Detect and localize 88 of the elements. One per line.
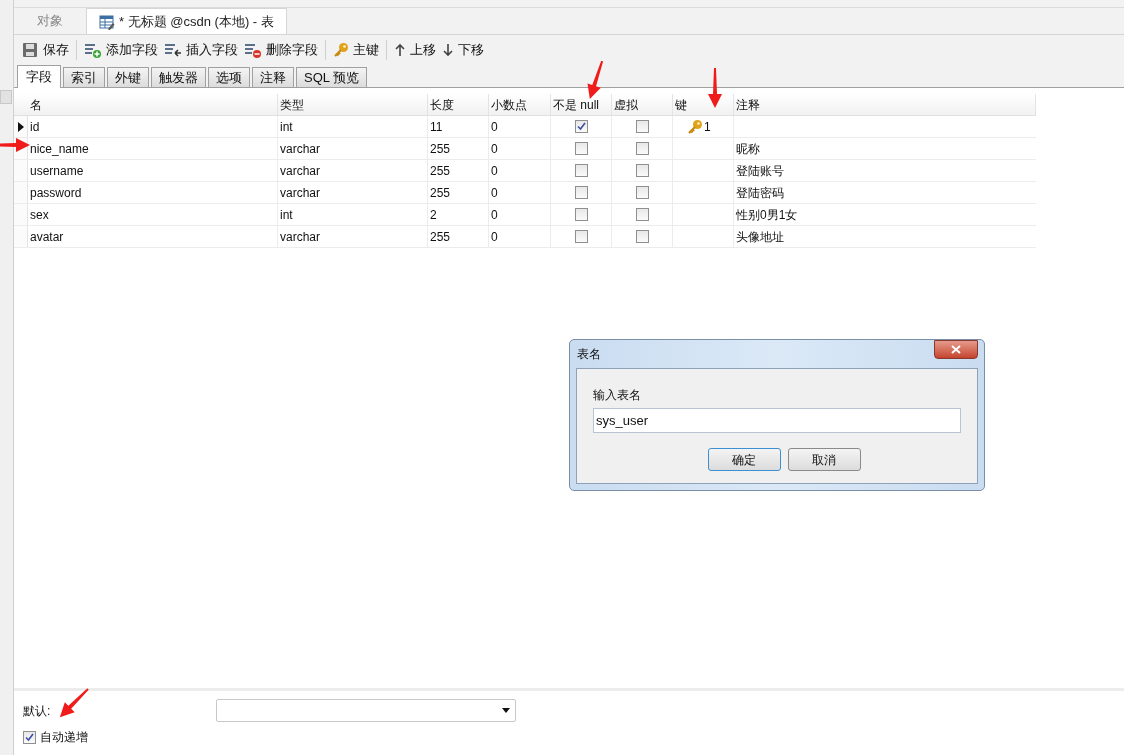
virtual-checkbox[interactable]: [635, 164, 649, 177]
virtual-checkbox[interactable]: [635, 208, 649, 221]
table-cell-text: id: [30, 118, 40, 136]
table-cell-text: varchar: [280, 184, 320, 202]
editor-tab[interactable]: SQL 预览: [296, 67, 368, 87]
delete-field-icon: [244, 41, 262, 59]
editor-tab[interactable]: 选项: [208, 67, 250, 87]
toolbar-button[interactable]: 保存: [18, 38, 72, 62]
annotation-arrow: [0, 137, 30, 153]
table-icon: [99, 13, 115, 30]
field-label: 输入表名: [593, 387, 642, 404]
not-null-checkbox[interactable]: [574, 164, 588, 177]
dialog-title: 表名: [576, 346, 601, 363]
table-cell-text: 2: [430, 206, 437, 224]
row-header[interactable]: [14, 116, 28, 137]
down-arrow-icon: [442, 43, 454, 57]
not-null-checkbox[interactable]: [574, 142, 588, 155]
toolbar-button[interactable]: 主键: [330, 38, 382, 62]
editor-tab[interactable]: 外键: [107, 67, 149, 87]
column-header[interactable]: 注释: [734, 94, 1036, 115]
toolbar-button[interactable]: 下移: [439, 38, 487, 62]
table-cell-text: 11: [430, 118, 443, 136]
table-cell-text: 性别0男1女: [736, 206, 798, 224]
key-icon: [687, 118, 703, 135]
table-cell-text: 0: [491, 140, 498, 158]
table-cell-text: 0: [491, 162, 498, 180]
table-cell-text: avatar: [30, 228, 64, 246]
table-cell-text: 登陆密码: [736, 184, 784, 202]
virtual-checkbox[interactable]: [635, 230, 649, 243]
table-cell-text: 头像地址: [736, 228, 784, 246]
table-cell-text: 1: [704, 118, 711, 136]
editor-tab[interactable]: 注释: [252, 67, 294, 87]
toolbar-button[interactable]: 添加字段: [81, 38, 161, 62]
table-cell-text: 0: [491, 206, 498, 224]
table-cell-text: 255: [430, 184, 451, 202]
virtual-checkbox[interactable]: [635, 142, 649, 155]
table-cell-text: 登陆账号: [736, 162, 784, 180]
column-header[interactable]: 类型: [278, 94, 428, 115]
auto-increment-label: 自动递增: [40, 729, 88, 746]
table-cell-text: sex: [30, 206, 49, 224]
table-cell-text: int: [280, 118, 293, 136]
editor-tab[interactable]: 字段: [17, 65, 61, 88]
toolbar-button[interactable]: 上移: [391, 38, 439, 62]
dialog-button[interactable]: 取消: [787, 448, 861, 471]
table-cell-text: 0: [491, 184, 498, 202]
key-icon: [333, 42, 349, 58]
not-null-checkbox[interactable]: [574, 186, 588, 199]
table-cell-text: 昵称: [736, 140, 760, 158]
virtual-checkbox[interactable]: [635, 120, 649, 133]
table-cell-text: 0: [491, 228, 498, 246]
table-cell-text: varchar: [280, 228, 320, 246]
table-cell-text: 255: [430, 162, 451, 180]
table-name-field[interactable]: sys_user: [593, 408, 961, 433]
close-button[interactable]: [934, 340, 978, 359]
table-cell-text: username: [30, 162, 84, 180]
not-null-checkbox[interactable]: [574, 230, 588, 243]
insert-field-icon: [164, 41, 182, 59]
panel-handle[interactable]: [0, 90, 12, 104]
table-cell-text: int: [280, 206, 293, 224]
table-cell-text: password: [30, 184, 82, 202]
column-header[interactable]: 小数点: [489, 94, 551, 115]
default-label: 默认:: [23, 702, 52, 720]
table-cell-text: 255: [430, 140, 451, 158]
dropdown-caret-icon: [502, 708, 510, 713]
table-cell-text: nice_name: [30, 140, 89, 158]
table-cell-text: 0: [491, 118, 498, 136]
close-icon: [951, 345, 961, 354]
dialog-button[interactable]: 确定: [707, 448, 781, 471]
toolbar-button[interactable]: 插入字段: [161, 38, 241, 62]
current-row-marker-icon: [17, 121, 24, 132]
not-null-checkbox[interactable]: [574, 208, 588, 221]
column-header[interactable]: 名: [28, 94, 278, 115]
column-header[interactable]: 长度: [428, 94, 489, 115]
document-tab[interactable]: * 无标题 @csdn (本地) - 表: [86, 8, 287, 34]
column-header[interactable]: 虚拟: [612, 94, 673, 115]
default-dropdown[interactable]: [216, 699, 516, 722]
virtual-checkbox[interactable]: [635, 186, 649, 199]
annotation-arrow: [707, 68, 723, 108]
toolbar-button[interactable]: 删除字段: [241, 38, 321, 62]
editor-tab[interactable]: 触发器: [151, 67, 206, 87]
table-cell-text: 255: [430, 228, 451, 246]
add-field-icon: [84, 41, 102, 59]
not-null-checkbox[interactable]: [574, 120, 588, 133]
table-cell-text: varchar: [280, 140, 320, 158]
table-cell-text: varchar: [280, 162, 320, 180]
up-arrow-icon: [394, 43, 406, 57]
auto-increment-checkbox[interactable]: [23, 730, 36, 744]
editor-tab[interactable]: 索引: [63, 67, 105, 87]
